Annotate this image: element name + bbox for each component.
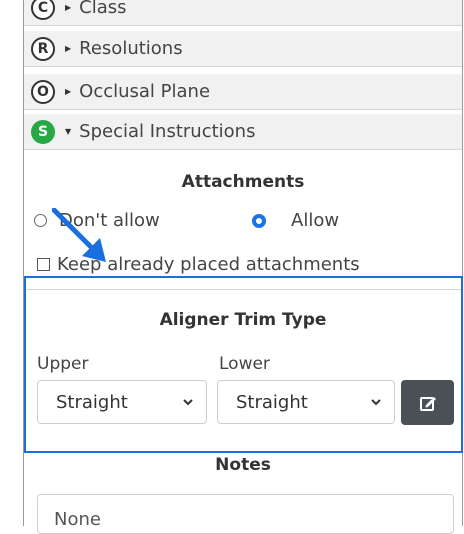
edit-trim-button[interactable] [401, 380, 454, 425]
notes-title: Notes [215, 455, 271, 475]
upper-trim-select[interactable]: Straight [37, 380, 207, 424]
chevron-down-icon [183, 399, 193, 406]
section-class[interactable]: C ▶ Class [24, 0, 462, 26]
radio-allow-input[interactable] [252, 213, 266, 228]
section-badge: O [31, 79, 55, 104]
keep-attachments-checkbox[interactable] [37, 258, 50, 271]
section-badge: C [31, 0, 55, 20]
lower-label: Lower [219, 354, 270, 374]
section-badge-active: S [31, 119, 55, 144]
section-badge: R [31, 36, 55, 61]
section-occlusal-plane[interactable]: O ▶ Occlusal Plane [24, 74, 462, 110]
chevron-down-icon [371, 399, 381, 406]
trim-type-title: Aligner Trim Type [159, 310, 327, 330]
radio-allow-label: Allow [291, 210, 340, 231]
radio-allow[interactable]: Allow [252, 210, 339, 231]
notes-value: None [54, 509, 101, 530]
caret-down-icon: ▼ [65, 127, 72, 136]
section-label: Special Instructions [79, 121, 256, 142]
lower-trim-value: Straight [236, 391, 308, 413]
section-label: Class [79, 0, 127, 18]
radio-dont-allow-input[interactable] [34, 214, 47, 227]
caret-right-icon: ▶ [65, 87, 72, 96]
section-label: Resolutions [79, 38, 183, 59]
attachments-title: Attachments [181, 172, 305, 192]
section-label: Occlusal Plane [79, 81, 211, 102]
upper-trim-value: Straight [56, 391, 128, 413]
arrow-annotation-icon [52, 208, 106, 262]
caret-right-icon: ▶ [65, 3, 72, 12]
caret-right-icon: ▶ [65, 44, 72, 53]
lower-trim-select[interactable]: Straight [217, 380, 395, 424]
upper-label: Upper [37, 354, 89, 374]
section-special-instructions[interactable]: S ▼ Special Instructions [24, 114, 462, 150]
edit-icon [419, 396, 436, 411]
notes-field[interactable]: None [37, 494, 454, 534]
section-resolutions[interactable]: R ▶ Resolutions [24, 31, 462, 67]
